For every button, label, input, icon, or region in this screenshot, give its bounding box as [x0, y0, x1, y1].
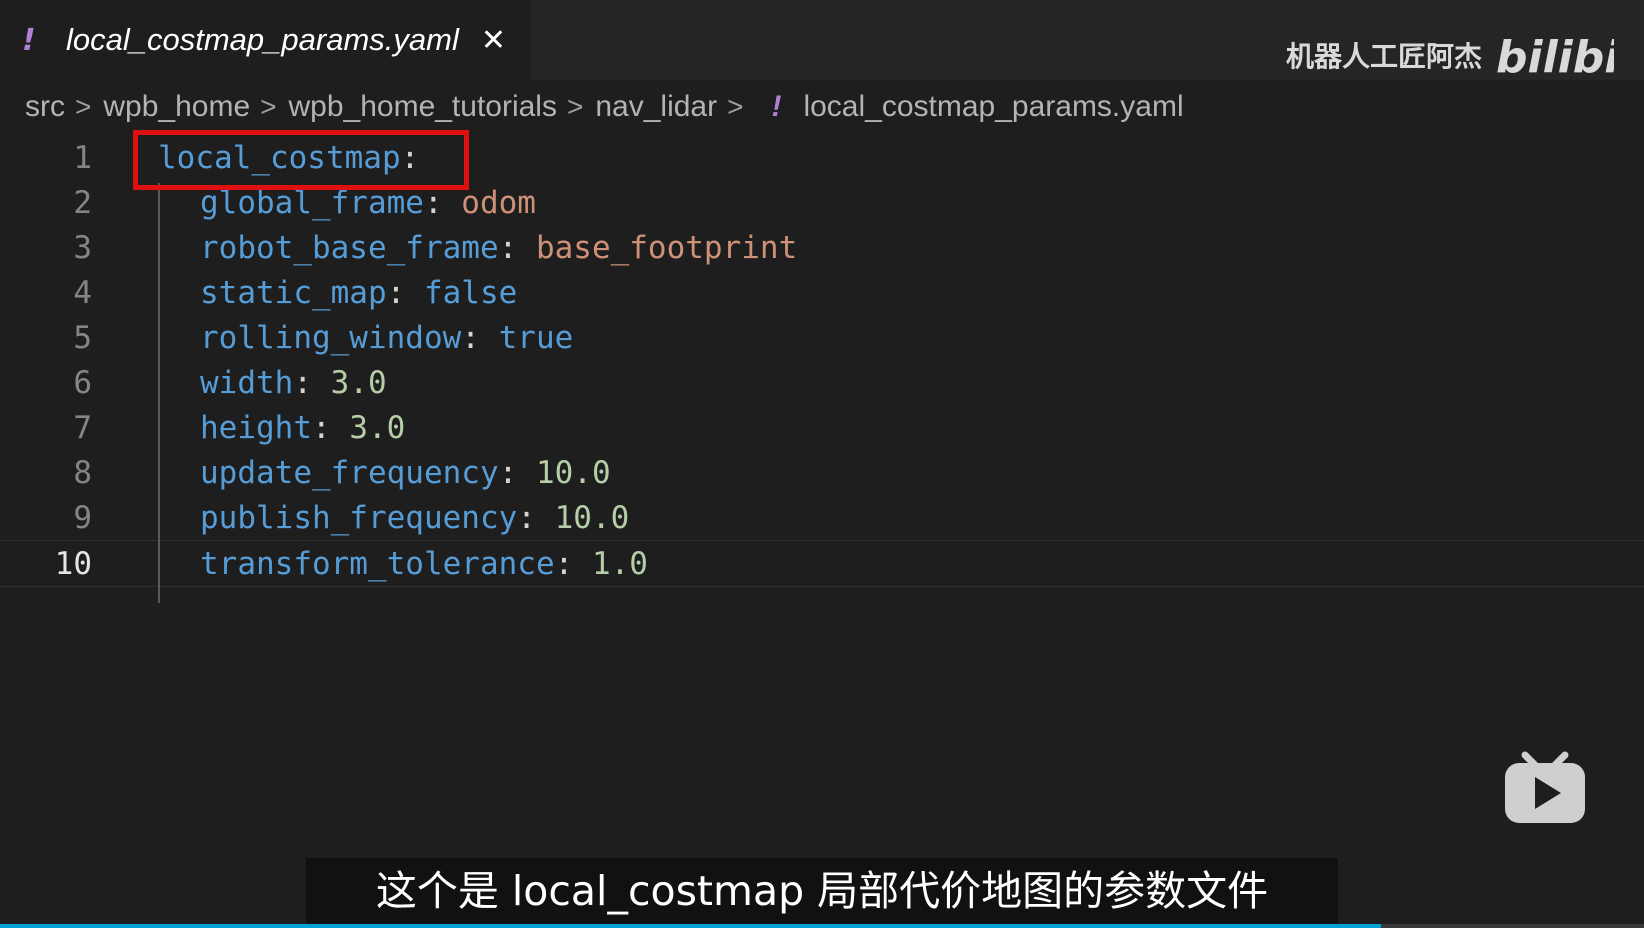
breadcrumb-item-nav-lidar[interactable]: nav_lidar: [595, 90, 717, 124]
yaml-key: rolling_window: [200, 320, 462, 356]
yaml-value: 10.0: [535, 455, 611, 491]
line-number: 6: [73, 365, 92, 401]
chevron-right-icon: >: [727, 91, 744, 122]
watermark-author: 机器人工匠阿杰: [1285, 40, 1482, 73]
yaml-value: 1.0: [591, 546, 648, 582]
yaml-key: height: [200, 410, 312, 446]
chevron-right-icon: >: [566, 91, 584, 122]
yaml-separator: :: [423, 185, 462, 221]
code-editor[interactable]: 1 local_costmap: 2 global_frame: odom 3 robot…: [0, 135, 1644, 615]
yaml-key: width: [200, 365, 294, 401]
yaml-value: 3.0: [330, 365, 387, 401]
yaml-separator: :: [461, 320, 499, 356]
highlight-annotation-box: [133, 130, 469, 190]
editor-tab[interactable]: ! local_costmap_params.yaml ✕: [0, 0, 530, 80]
watermark: 机器人工匠阿杰 bilibili: [1286, 28, 1614, 82]
yaml-key: global_frame: [200, 185, 424, 221]
yaml-separator: :: [498, 230, 536, 266]
line-number: 2: [73, 185, 92, 221]
close-icon[interactable]: ✕: [481, 23, 506, 58]
tab-label: local_costmap_params.yaml: [66, 22, 459, 57]
line-number: 4: [73, 275, 92, 311]
line-number: 10: [54, 546, 92, 582]
line-number: 3: [73, 230, 92, 266]
video-subtitle: 这个是 local_costmap 局部代价地图的参数文件: [306, 858, 1338, 924]
yaml-value: true: [498, 320, 574, 356]
line-number: 9: [73, 500, 92, 536]
code-line[interactable]: 10 transform_tolerance: 1.0: [0, 540, 1644, 587]
yaml-file-icon: !: [22, 22, 36, 58]
yaml-separator: :: [498, 455, 536, 491]
yaml-key: update_frequency: [200, 455, 499, 491]
yaml-value: false: [423, 275, 518, 311]
yaml-key: publish_frequency: [200, 500, 518, 536]
line-number: 8: [73, 455, 92, 491]
code-text: static_map: false: [200, 270, 517, 317]
video-progress-bar[interactable]: [0, 924, 1644, 928]
line-number: 5: [73, 320, 92, 356]
yaml-separator: :: [293, 365, 331, 401]
yaml-separator: :: [517, 500, 555, 536]
breadcrumb-item-wpb-home-tutorials[interactable]: wpb_home_tutorials: [288, 90, 557, 124]
tab-bar: ! local_costmap_params.yaml ✕ 机器人工匠阿杰 bi…: [0, 0, 1644, 82]
code-text: publish_frequency: 10.0: [200, 495, 629, 542]
line-number: 7: [73, 410, 92, 446]
breadcrumb-item-file[interactable]: local_costmap_params.yaml: [803, 90, 1183, 124]
yaml-value: 3.0: [349, 410, 406, 446]
breadcrumb-item-wpb-home[interactable]: wpb_home: [103, 90, 250, 124]
code-text: update_frequency: 10.0: [200, 450, 611, 497]
code-text: rolling_window: true: [200, 315, 573, 362]
bilibili-logo-icon: bilibili: [1496, 28, 1614, 82]
code-line[interactable]: 7 height: 3.0: [0, 405, 1644, 452]
yaml-value: odom: [461, 185, 536, 221]
yaml-key: transform_tolerance: [200, 546, 555, 582]
yaml-file-icon: !: [771, 90, 782, 123]
chevron-right-icon: >: [75, 91, 92, 122]
line-number: 1: [73, 140, 92, 176]
code-text: height: 3.0: [200, 405, 405, 452]
code-line[interactable]: 5 rolling_window: true: [0, 315, 1644, 362]
yaml-separator: :: [386, 275, 424, 311]
code-line[interactable]: 9 publish_frequency: 10.0: [0, 495, 1644, 542]
play-icon[interactable]: [1503, 745, 1587, 825]
yaml-value: base_footprint: [535, 230, 798, 266]
breadcrumb: src > wpb_home > wpb_home_tutorials > na…: [25, 82, 1184, 132]
code-text: transform_tolerance: 1.0: [200, 541, 648, 588]
svg-text:bilibili: bilibili: [1496, 32, 1614, 82]
code-text: robot_base_frame: base_footprint: [200, 225, 797, 272]
yaml-separator: :: [554, 546, 592, 582]
breadcrumb-item-src[interactable]: src: [25, 90, 65, 124]
code-line[interactable]: 8 update_frequency: 10.0: [0, 450, 1644, 497]
yaml-key: robot_base_frame: [200, 230, 499, 266]
chevron-right-icon: >: [260, 91, 277, 122]
code-line[interactable]: 4 static_map: false: [0, 270, 1644, 317]
code-text: width: 3.0: [200, 360, 387, 407]
code-line[interactable]: 6 width: 3.0: [0, 360, 1644, 407]
yaml-key: static_map: [200, 275, 387, 311]
video-progress-fill: [0, 924, 1381, 928]
yaml-value: 10.0: [554, 500, 630, 536]
code-line[interactable]: 3 robot_base_frame: base_footprint: [0, 225, 1644, 272]
indent-guide: [158, 183, 160, 603]
yaml-separator: :: [311, 410, 350, 446]
